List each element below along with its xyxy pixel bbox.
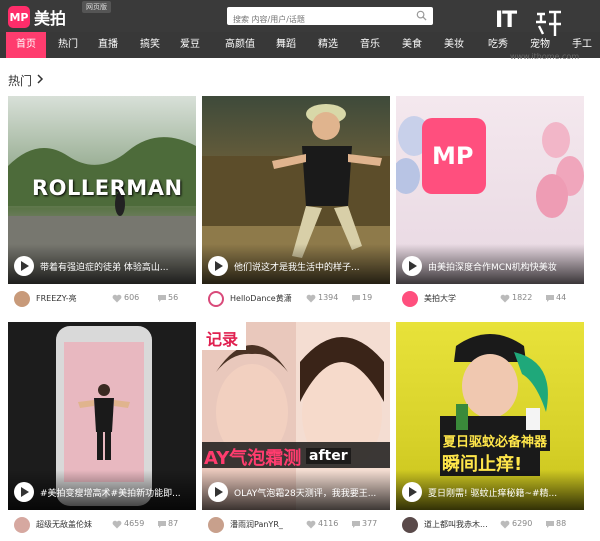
- video-caption: 带着有强迫症的徒弟 体验高山...: [40, 263, 169, 273]
- web-version-badge: 网页版: [82, 1, 111, 13]
- video-meta: FREEZY-亮 606 56: [8, 290, 196, 308]
- author-name[interactable]: FREEZY-亮: [36, 293, 116, 304]
- play-icon[interactable]: [402, 256, 422, 276]
- comment-count: 88: [556, 519, 567, 528]
- heart-icon: [306, 294, 316, 303]
- tab-looks[interactable]: 高颜值: [218, 32, 262, 58]
- section-title[interactable]: 热门: [8, 72, 32, 89]
- search-icon[interactable]: [416, 10, 427, 21]
- heart-icon: [500, 294, 510, 303]
- author-name[interactable]: 超级无敌盖伦妹: [36, 519, 116, 530]
- comment-icon: [352, 295, 360, 302]
- video-caption: 夏日刚需! 驱蚊止痒秘籍~#精...: [428, 489, 558, 499]
- logo-text: 美拍: [34, 9, 67, 28]
- comment-icon: [158, 521, 166, 528]
- video-meta: 美拍大学 1822 44: [396, 290, 584, 308]
- play-icon[interactable]: [208, 482, 228, 502]
- avatar[interactable]: [14, 291, 30, 307]
- video-meta: HelloDance黄潇 1394 19: [202, 290, 390, 308]
- play-icon[interactable]: [402, 482, 422, 502]
- tab-food[interactable]: 美食: [394, 32, 430, 58]
- tab-live[interactable]: 直播: [90, 32, 126, 58]
- ithome-url: www.ithome.com: [510, 52, 580, 61]
- comment-icon: [546, 521, 554, 528]
- video-thumbnail[interactable]: MP 由美拍深度合作MCN机构快美妆: [396, 96, 584, 284]
- search-box: [227, 7, 433, 29]
- comment-icon: [352, 521, 360, 528]
- meipai-logo[interactable]: MP 美拍: [8, 5, 66, 29]
- heart-icon: [112, 520, 122, 529]
- video-caption: OLAY气泡霜28天测评，我我要王...: [234, 489, 377, 499]
- video-caption: 他们说这才是我生活中的样子...: [234, 263, 360, 273]
- comment-count: 44: [556, 293, 567, 302]
- avatar[interactable]: [402, 291, 418, 307]
- like-count: 4116: [318, 519, 339, 528]
- video-caption: #美拍变瘦增高术#美拍新功能即...: [40, 489, 181, 499]
- play-icon[interactable]: [208, 256, 228, 276]
- logo-mark: MP: [8, 6, 30, 28]
- author-name[interactable]: HelloDance黄潇: [230, 293, 310, 304]
- sticker-text: 记录: [206, 330, 239, 349]
- avatar[interactable]: [208, 517, 224, 533]
- after-label: after: [306, 448, 351, 464]
- comment-icon: [158, 295, 166, 302]
- heart-icon: [306, 520, 316, 529]
- like-count: 4659: [124, 519, 145, 528]
- video-title-overlay: 夏日驱蚊必备神器: [440, 430, 551, 451]
- heart-icon: [500, 520, 510, 529]
- ithome-watermark-glyph: [536, 10, 561, 36]
- meipai-sign: MP: [432, 142, 474, 170]
- tab-hot[interactable]: 热门: [50, 32, 86, 58]
- play-icon[interactable]: [14, 256, 34, 276]
- avatar[interactable]: [14, 517, 30, 533]
- heart-icon: [112, 294, 122, 303]
- video-thumbnail[interactable]: #美拍变瘦增高术#美拍新功能即...: [8, 322, 196, 510]
- video-thumbnail[interactable]: 他们说这才是我生活中的样子...: [202, 96, 390, 284]
- comment-icon: [546, 295, 554, 302]
- search-input[interactable]: [227, 10, 407, 29]
- comment-count: 87: [168, 519, 179, 528]
- tab-dance[interactable]: 舞蹈: [268, 32, 304, 58]
- tab-music[interactable]: 音乐: [352, 32, 388, 58]
- tab-funny[interactable]: 搞笑: [132, 32, 168, 58]
- video-meta: 道上都叫我赤木... 6290 88: [396, 516, 584, 534]
- video-thumbnail[interactable]: ROLLERMAN 带着有强迫症的徒弟 体验高山...: [8, 96, 196, 284]
- comment-count: 19: [362, 293, 373, 302]
- like-count: 606: [124, 293, 140, 302]
- comment-count: 377: [362, 519, 378, 528]
- author-name[interactable]: 美拍大学: [424, 293, 504, 304]
- video-thumbnail[interactable]: 夏日驱蚊必备神器 瞬间止痒! 夏日刚需! 驱蚊止痒秘籍~#精...: [396, 322, 584, 510]
- avatar[interactable]: [208, 291, 224, 307]
- video-title-overlay: ROLLERMAN: [32, 176, 183, 200]
- video-title-overlay: AY气泡霜测: [204, 448, 302, 469]
- chevron-right-icon[interactable]: [36, 74, 44, 84]
- author-name[interactable]: 潘雨润PanYR_: [230, 519, 310, 530]
- comment-count: 56: [168, 293, 179, 302]
- like-count: 1394: [318, 293, 339, 302]
- ithome-watermark: IT: [495, 8, 517, 33]
- like-count: 1822: [512, 293, 533, 302]
- play-icon[interactable]: [14, 482, 34, 502]
- tab-home[interactable]: 首页: [6, 32, 46, 58]
- video-caption: 由美拍深度合作MCN机构快美妆: [428, 263, 557, 273]
- like-count: 6290: [512, 519, 533, 528]
- tab-featured[interactable]: 精选: [310, 32, 346, 58]
- video-meta: 超级无敌盖伦妹 4659 87: [8, 516, 196, 534]
- video-thumbnail[interactable]: 记录 AY气泡霜测 after OLAY气泡霜28天测评，我我要王...: [202, 322, 390, 510]
- avatar[interactable]: [402, 517, 418, 533]
- video-meta: 潘雨润PanYR_ 4116 377: [202, 516, 390, 534]
- tab-idol[interactable]: 爱豆: [172, 32, 208, 58]
- author-name[interactable]: 道上都叫我赤木...: [424, 519, 504, 530]
- tab-makeup[interactable]: 美妆: [436, 32, 472, 58]
